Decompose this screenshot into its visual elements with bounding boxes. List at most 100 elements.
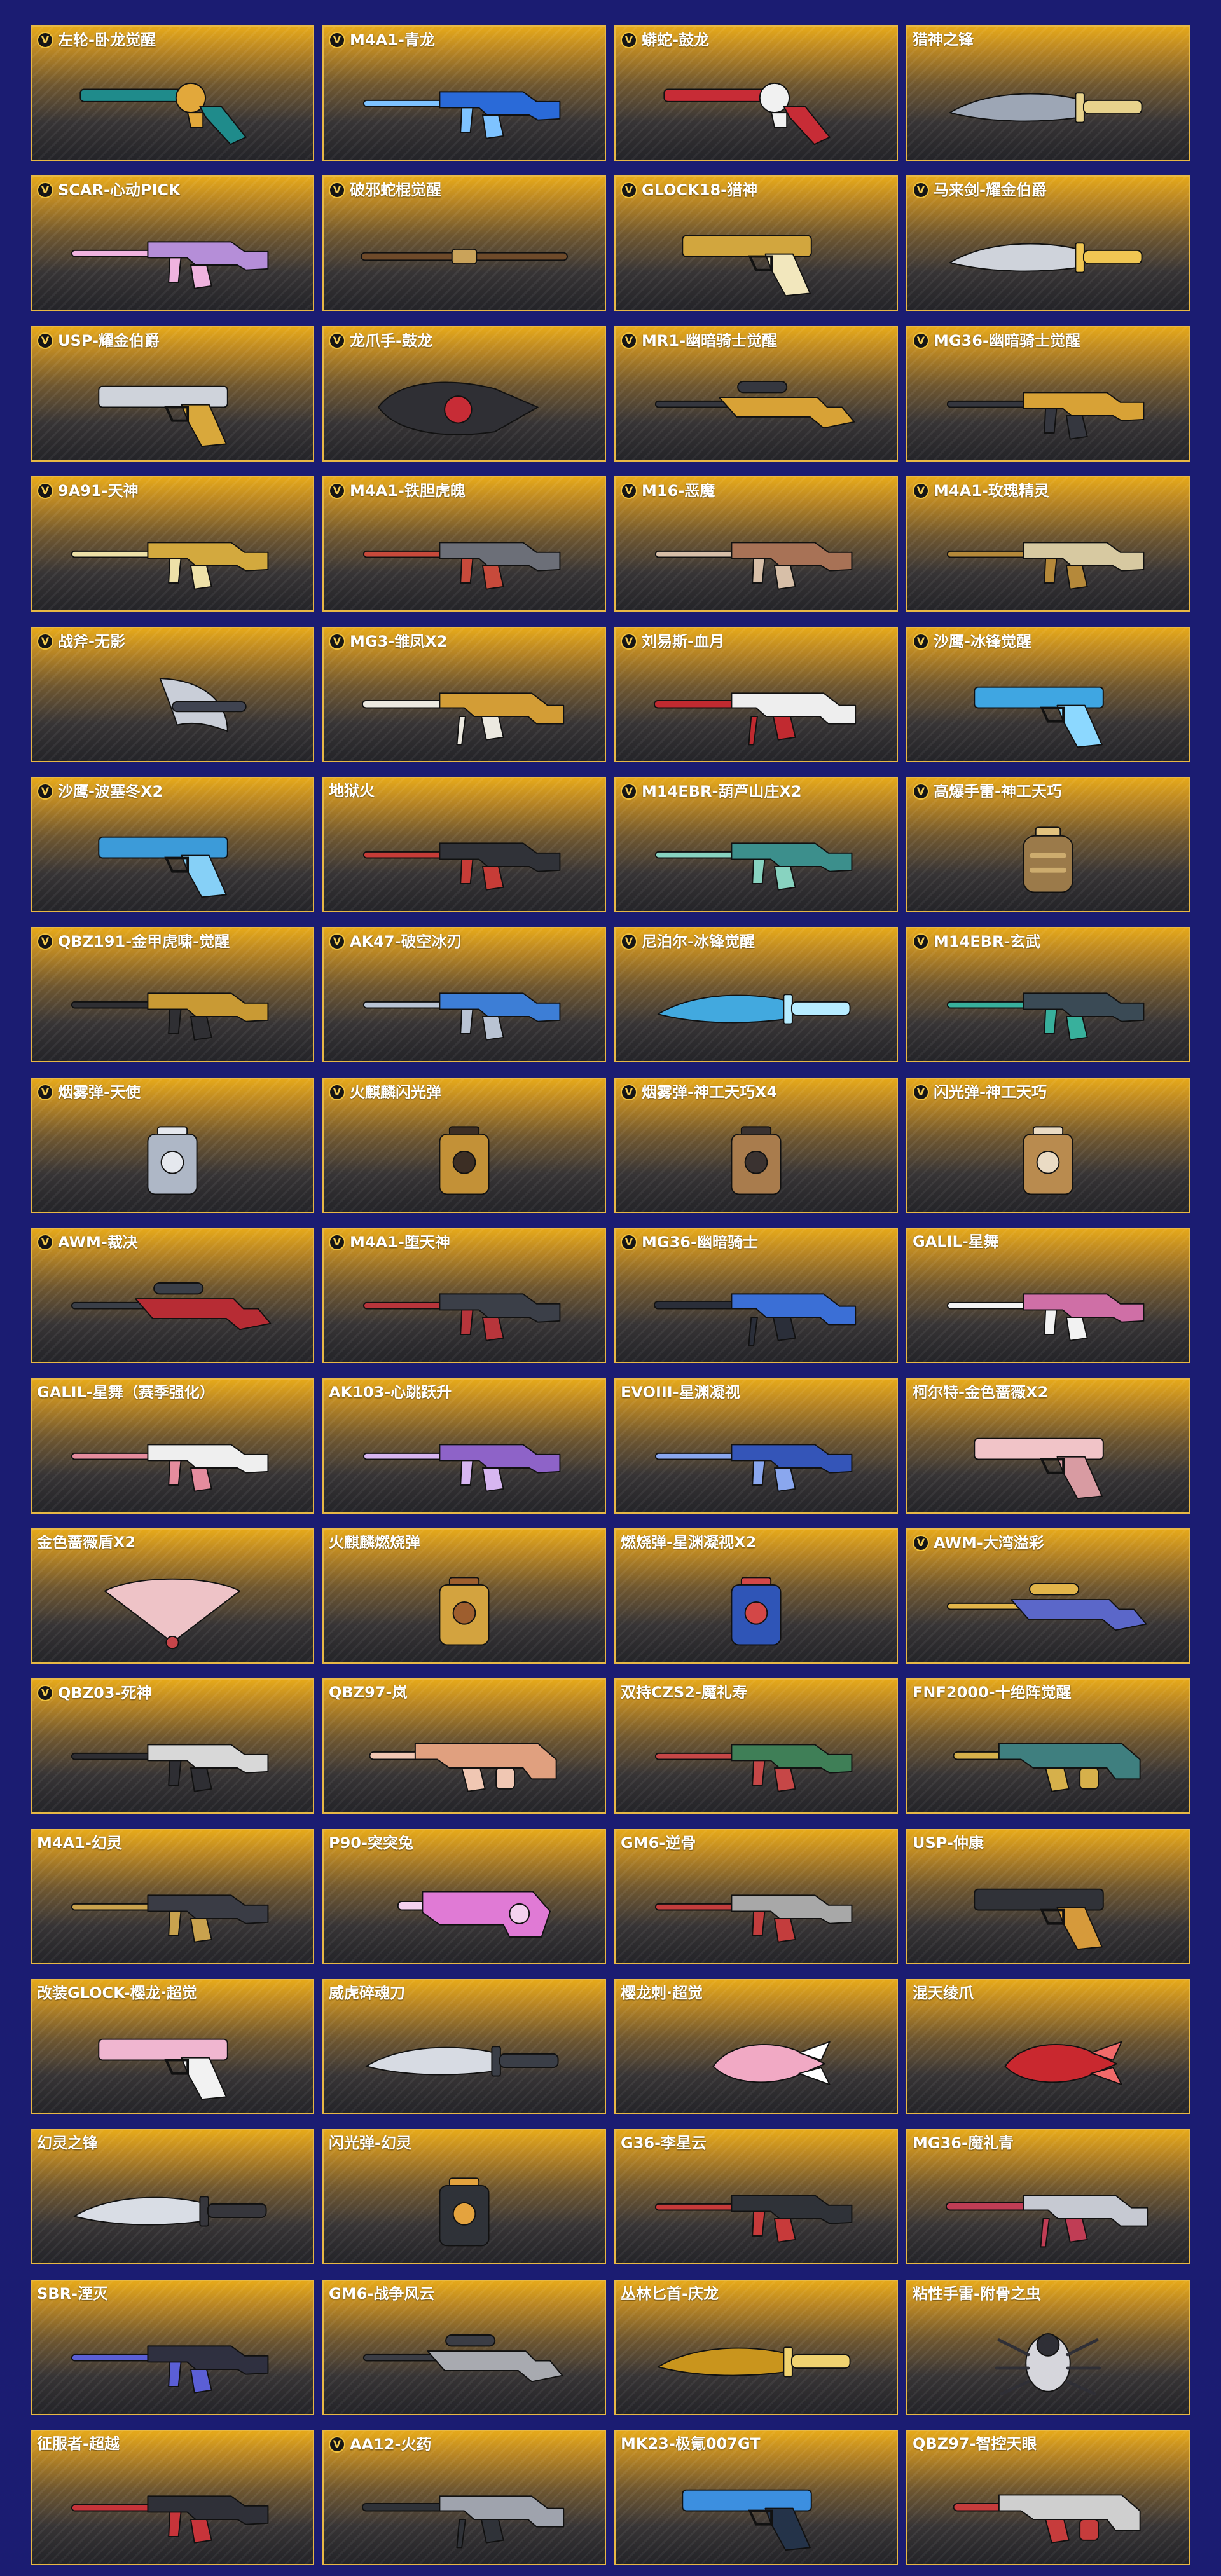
card-title-row: V 马来剑-耀金伯爵 <box>913 182 1183 199</box>
v-badge-label: V <box>624 34 633 46</box>
weapon-card[interactable]: V 烟雾弹-神工天巧X4 <box>614 1077 898 1213</box>
weapon-card[interactable]: 幻灵之锋 <box>31 2129 314 2265</box>
weapon-card[interactable]: MG36-魔礼青 <box>906 2129 1190 2265</box>
weapon-card[interactable]: G36-李星云 <box>614 2129 898 2265</box>
weapon-card[interactable]: GALIL-星舞（赛季强化） <box>31 1378 314 1514</box>
weapon-card[interactable]: FNF2000-十绝阵觉醒 <box>906 1678 1190 1814</box>
weapon-card[interactable]: V AA12-火药 <box>322 2430 606 2566</box>
weapon-card[interactable]: V SCAR-心动PICK <box>31 175 314 312</box>
weapon-card[interactable]: 柯尔特-金色蔷薇X2 <box>906 1378 1190 1514</box>
weapon-name: MG36-幽暗骑士觉醒 <box>934 332 1080 348</box>
weapon-card[interactable]: GM6-战争风云 <box>322 2279 606 2415</box>
weapon-card[interactable]: V USP-耀金伯爵 <box>31 325 314 462</box>
weapon-card[interactable]: V QBZ03-死神 <box>31 1678 314 1814</box>
weapon-card[interactable]: V M4A1-铁胆虎魄 <box>322 476 606 612</box>
weapon-card[interactable]: 金色蔷薇盾X2 <box>31 1528 314 1664</box>
weapon-card[interactable]: AK103-心跳跃升 <box>322 1378 606 1514</box>
weapon-card[interactable]: P90-突突兔 <box>322 1828 606 1964</box>
weapon-name: AWM-大湾溢彩 <box>934 1535 1044 1551</box>
weapon-card[interactable]: V M14EBR-玄武 <box>906 927 1190 1063</box>
weapon-card[interactable]: 地狱火 <box>322 776 606 912</box>
knife-icon <box>349 2017 579 2103</box>
v-badge-label: V <box>333 935 341 948</box>
weapon-card[interactable]: V M16-恶魔 <box>614 476 898 612</box>
weapon-name: 尼泊尔-冰锋觉醒 <box>642 934 755 950</box>
rifle-icon <box>349 64 579 149</box>
card-title-row: 金色蔷薇盾X2 <box>37 1535 308 1550</box>
weapon-card[interactable]: V 左轮-卧龙觉醒 <box>31 25 314 161</box>
weapon-card[interactable]: V M14EBR-葫芦山庄X2 <box>614 776 898 912</box>
v-badge-icon: V <box>37 633 53 650</box>
weapon-card[interactable]: V AWM-裁决 <box>31 1228 314 1364</box>
weapon-card[interactable]: V 沙鹰-冰锋觉醒 <box>906 626 1190 762</box>
weapon-card[interactable]: V QBZ191-金甲虎啸-觉醒 <box>31 927 314 1063</box>
weapon-name: 丛林匕首-庆龙 <box>621 2285 719 2301</box>
weapon-card[interactable]: V MG36-幽暗骑士 <box>614 1228 898 1364</box>
weapon-card[interactable]: 燃烧弹-星渊凝视X2 <box>614 1528 898 1664</box>
weapon-card[interactable]: V 沙鹰-波塞冬X2 <box>31 776 314 912</box>
weapon-name: P90-突突兔 <box>329 1835 413 1851</box>
card-title-row: V 烟雾弹-神工天巧X4 <box>621 1083 892 1100</box>
weapon-card[interactable]: V 蟒蛇-鼓龙 <box>614 25 898 161</box>
weapon-card[interactable]: V M4A1-玫瑰精灵 <box>906 476 1190 612</box>
weapon-card[interactable]: GALIL-星舞 <box>906 1228 1190 1364</box>
weapon-card[interactable]: QBZ97-智控天眼 <box>906 2430 1190 2566</box>
weapon-card[interactable]: 闪光弹-幻灵 <box>322 2129 606 2265</box>
weapon-card[interactable]: 双持CZS2-魔礼寿 <box>614 1678 898 1814</box>
weapon-card[interactable]: M4A1-幻灵 <box>31 1828 314 1964</box>
weapon-card[interactable]: V 闪光弹-神工天巧 <box>906 1077 1190 1213</box>
weapon-card[interactable]: MK23-极氪007GT <box>614 2430 898 2566</box>
weapon-name: 金色蔷薇盾X2 <box>37 1534 136 1550</box>
v-badge-label: V <box>624 634 633 647</box>
weapon-card[interactable]: V 尼泊尔-冰锋觉醒 <box>614 927 898 1063</box>
weapon-name: MG3-雏凤X2 <box>350 633 448 649</box>
weapon-card[interactable]: V 火麒麟闪光弹 <box>322 1077 606 1213</box>
weapon-card[interactable]: V M4A1-堕天神 <box>322 1228 606 1364</box>
weapon-card[interactable]: 火麒麟燃烧弹 <box>322 1528 606 1664</box>
rifle-icon <box>349 815 579 901</box>
weapon-card[interactable]: V MR1-幽暗骑士觉醒 <box>614 325 898 462</box>
weapon-card[interactable]: V AK47-破空冰刃 <box>322 927 606 1063</box>
weapon-name: G36-李星云 <box>621 2135 707 2151</box>
weapon-card[interactable]: EVOIII-星渊凝视 <box>614 1378 898 1514</box>
weapon-card[interactable]: V 战斧-无影 <box>31 626 314 762</box>
weapon-card[interactable]: 粘性手雷-附骨之虫 <box>906 2279 1190 2415</box>
weapon-card[interactable]: V MG36-幽暗骑士觉醒 <box>906 325 1190 462</box>
weapon-card[interactable]: V 破邪蛇棍觉醒 <box>322 175 606 312</box>
weapon-card[interactable]: SBR-湮灭 <box>31 2279 314 2415</box>
weapon-card[interactable]: GM6-逆骨 <box>614 1828 898 1964</box>
weapon-card[interactable]: 改装GLOCK-樱龙·超觉 <box>31 1979 314 2115</box>
v-badge-icon: V <box>913 332 929 349</box>
weapon-card[interactable]: V M4A1-青龙 <box>322 25 606 161</box>
weapon-card[interactable]: 征服者-超越 <box>31 2430 314 2566</box>
weapon-name: 地狱火 <box>329 783 375 798</box>
weapon-name: GM6-战争风云 <box>329 2285 435 2301</box>
weapon-card[interactable]: V 刘易斯-血月 <box>614 626 898 762</box>
weapon-card[interactable]: V 烟雾弹-天使 <box>31 1077 314 1213</box>
v-badge-label: V <box>916 184 925 196</box>
card-title-row: SBR-湮灭 <box>37 2286 308 2301</box>
weapon-card[interactable]: V GLOCK18-猎神 <box>614 175 898 312</box>
weapon-card[interactable]: 猎神之锋 <box>906 25 1190 161</box>
weapon-card[interactable]: 丛林匕首-庆龙 <box>614 2279 898 2415</box>
weapon-card[interactable]: V AWM-大湾溢彩 <box>906 1528 1190 1664</box>
bug-icon <box>933 2318 1163 2404</box>
weapon-card[interactable]: 混天绫爪 <box>906 1979 1190 2115</box>
weapon-card[interactable]: V 9A91-天神 <box>31 476 314 612</box>
mg-icon <box>641 665 871 751</box>
weapon-card[interactable]: USP-仲康 <box>906 1828 1190 1964</box>
weapon-card[interactable]: 威虎碎魂刀 <box>322 1979 606 2115</box>
v-badge-label: V <box>624 1085 633 1098</box>
weapon-card[interactable]: V 马来剑-耀金伯爵 <box>906 175 1190 312</box>
v-badge-label: V <box>916 484 925 497</box>
v-badge-icon: V <box>329 332 345 349</box>
v-badge-label: V <box>41 484 50 497</box>
v-badge-icon: V <box>37 1083 53 1100</box>
weapon-card[interactable]: V 高爆手雷-神工天巧 <box>906 776 1190 912</box>
card-title-row: M4A1-幻灵 <box>37 1835 308 1851</box>
weapon-card[interactable]: 樱龙刺·超觉 <box>614 1979 898 2115</box>
weapon-card[interactable]: QBZ97-岚 <box>322 1678 606 1814</box>
v-badge-icon: V <box>621 633 637 650</box>
weapon-card[interactable]: V MG3-雏凤X2 <box>322 626 606 762</box>
weapon-card[interactable]: V 龙爪手-鼓龙 <box>322 325 606 462</box>
